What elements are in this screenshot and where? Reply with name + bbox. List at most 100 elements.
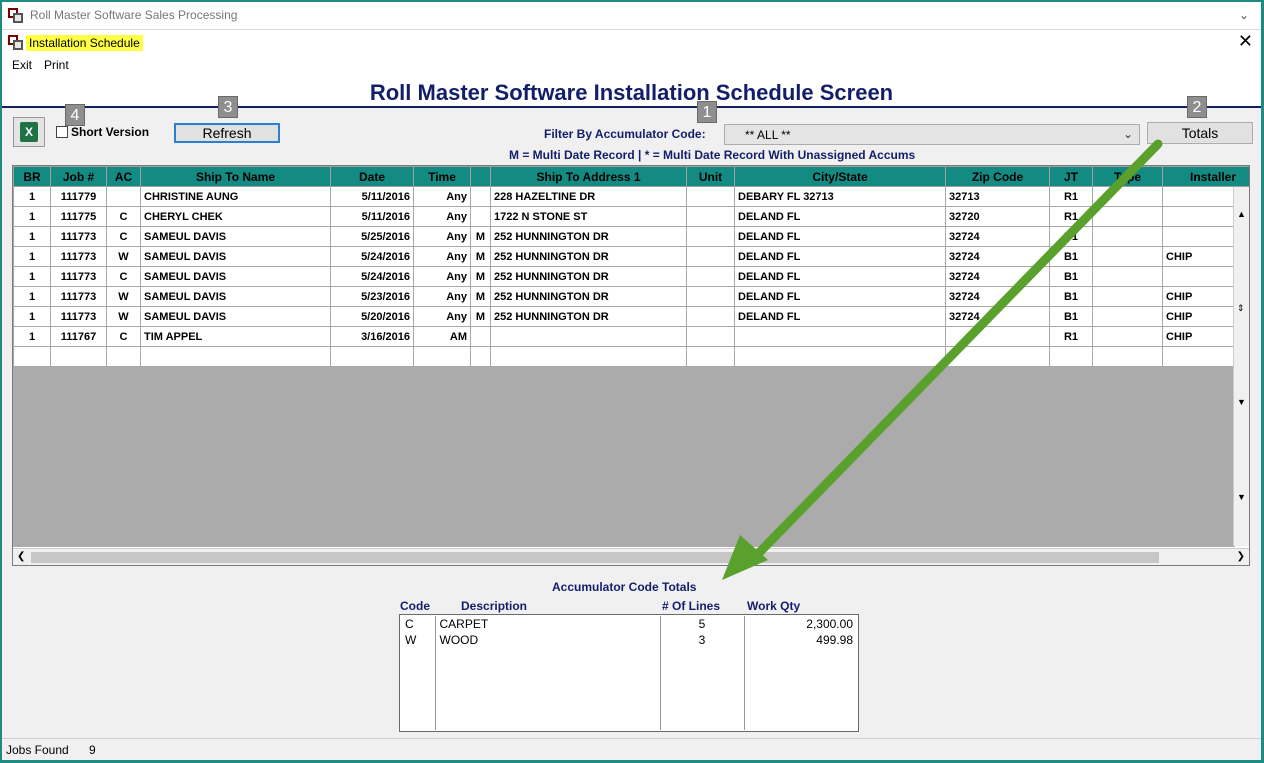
table-cell: 32724 (945, 306, 1050, 327)
table-cell: C (106, 266, 141, 287)
acc-header-workqty: Work Qty (747, 599, 801, 613)
table-cell: 111773 (50, 306, 107, 327)
grid-header-cell[interactable]: JT (1049, 166, 1093, 187)
short-version-checkbox[interactable] (56, 126, 68, 138)
callout-2: 2 (1187, 96, 1207, 118)
menu-exit[interactable]: Exit (12, 58, 32, 72)
table-cell: 252 HUNNINGTON DR (490, 286, 687, 307)
table-cell: B1 (1049, 306, 1093, 327)
grid-header-cell[interactable]: AC (106, 166, 141, 187)
grid-header-cell[interactable]: Job # (50, 166, 107, 187)
horizontal-scrollbar[interactable]: ❮ ❯ (13, 548, 1249, 565)
table-cell: B1 (1049, 246, 1093, 267)
table-cell (470, 186, 491, 207)
totals-button[interactable]: Totals (1147, 122, 1253, 144)
table-cell: 5/24/2016 (330, 266, 414, 287)
table-cell (686, 286, 735, 307)
table-cell: 32724 (945, 286, 1050, 307)
table-cell (470, 326, 491, 347)
table-row[interactable]: 1 111773 W SAMEUL DAVIS 5/23/2016 Any M 252 HUN… (13, 286, 1249, 307)
menu-print[interactable]: Print (44, 58, 69, 72)
main-window: Roll Master Software Sales Processing ⌄ … (2, 2, 1261, 760)
scroll-end-icon[interactable]: ▼ (1237, 492, 1246, 502)
screen-title-bar: Roll Master Software Installation Schedu… (2, 74, 1261, 108)
table-cell: 111773 (50, 266, 107, 287)
grid-header-cell[interactable]: Date (330, 166, 414, 187)
table-cell: 32724 (945, 246, 1050, 267)
grid-header-cell[interactable]: Zip Code (945, 166, 1050, 187)
table-cell: C (106, 226, 141, 247)
accumulator-cell: 499.98 (743, 632, 857, 648)
list-item[interactable]: C CARPET 5 2,300.00 (401, 616, 857, 632)
grid-header-cell[interactable]: Time (413, 166, 471, 187)
table-cell: 32724 (945, 266, 1050, 287)
horizontal-scroll-thumb[interactable] (31, 552, 1159, 563)
grid-header-cell[interactable] (470, 166, 491, 187)
table-cell: 1 (13, 186, 51, 207)
table-row[interactable]: 1 111773 W SAMEUL DAVIS 5/24/2016 Any M 252 HUN… (13, 246, 1249, 267)
accumulator-filter-select[interactable]: ** ALL ** ⌄ (724, 124, 1140, 145)
table-cell: M (470, 226, 491, 247)
accumulator-cell: W (405, 633, 417, 647)
filter-value: ** ALL ** (745, 128, 791, 142)
table-cell (1092, 266, 1163, 287)
table-cell: B1 (1049, 266, 1093, 287)
status-bar: Jobs Found 9 (2, 738, 1261, 760)
table-cell (330, 346, 414, 367)
table-cell: 1 (13, 246, 51, 267)
table-cell: 5/20/2016 (330, 306, 414, 327)
grid-header-cell[interactable]: Type (1092, 166, 1163, 187)
table-row[interactable]: 1 111779 CHRISTINE AUNG 5/11/2016 Any 228 HAZ… (13, 186, 1249, 207)
grid-header-cell[interactable]: BR (13, 166, 51, 187)
grid-header-cell[interactable]: City/State (734, 166, 946, 187)
table-cell: W (106, 306, 141, 327)
table-row[interactable]: 1 111775 C CHERYL CHEK 5/11/2016 Any 1722 N ST… (13, 206, 1249, 227)
scroll-right-icon[interactable]: ❯ (1237, 551, 1245, 562)
table-cell: W (106, 246, 141, 267)
scroll-down-icon[interactable]: ▼ (1237, 397, 1246, 407)
table-row[interactable] (13, 346, 1249, 367)
jobs-found-count: 9 (89, 743, 96, 757)
table-cell: W (106, 286, 141, 307)
table-cell (686, 226, 735, 247)
table-cell: Any (413, 206, 471, 227)
table-row[interactable]: 1 111773 C SAMEUL DAVIS 5/24/2016 Any M 252 HUN… (13, 266, 1249, 287)
scroll-up-icon[interactable]: ▲ (1237, 209, 1246, 219)
grid-header-cell[interactable]: Ship To Address 1 (490, 166, 687, 187)
vertical-scrollbar[interactable]: ▲ ⇕ ▼ ▼ (1233, 187, 1249, 546)
table-cell: 32724 (945, 226, 1050, 247)
table-cell: DELAND FL (734, 306, 946, 327)
child-window-title: Installation Schedule (26, 35, 143, 51)
table-row[interactable]: 1 111767 C TIM APPEL 3/16/2016 AM R1 CHIP (13, 326, 1249, 347)
accumulator-totals-list[interactable]: C CARPET 5 2,300.00 W WOOD 3 499.98 (399, 614, 859, 732)
table-cell: R1 (1049, 186, 1093, 207)
list-item[interactable]: W WOOD 3 499.98 (401, 632, 857, 648)
scroll-page-icon[interactable]: ⇕ (1237, 303, 1245, 314)
chevron-down-icon[interactable]: ⌄ (1239, 8, 1249, 22)
table-row[interactable]: 1 111773 W SAMEUL DAVIS 5/20/2016 Any M 252 HUN… (13, 306, 1249, 327)
table-row[interactable]: 1 111773 C SAMEUL DAVIS 5/25/2016 Any M 252 HUN… (13, 226, 1249, 247)
table-cell: CHERYL CHEK (140, 206, 331, 227)
grid-header-cell[interactable]: Ship To Name (140, 166, 331, 187)
accumulator-cell: WOOD (434, 632, 660, 648)
export-excel-button[interactable]: X (13, 117, 45, 147)
table-cell (13, 346, 51, 367)
acc-header-description: Description (461, 599, 528, 613)
grid-header-cell[interactable]: Installer (1162, 166, 1249, 187)
table-cell: 3/16/2016 (330, 326, 414, 347)
table-cell: DELAND FL (734, 286, 946, 307)
accumulator-cell: 5 (659, 616, 744, 632)
accumulator-filler-cell (434, 648, 660, 730)
table-cell: DEBARY FL 32713 (734, 186, 946, 207)
table-cell: M (470, 306, 491, 327)
scroll-left-icon[interactable]: ❮ (17, 551, 25, 562)
table-cell (140, 346, 331, 367)
grid-header-cell[interactable]: Unit (686, 166, 735, 187)
refresh-button[interactable]: Refresh (174, 123, 280, 143)
accumulator-filler-row (401, 648, 857, 730)
accumulator-totals-title: Accumulator Code Totals (552, 580, 697, 594)
acc-header-code: Code (400, 599, 430, 613)
table-cell (686, 326, 735, 347)
close-icon[interactable]: ✕ (1238, 32, 1253, 50)
table-cell (1049, 346, 1093, 367)
